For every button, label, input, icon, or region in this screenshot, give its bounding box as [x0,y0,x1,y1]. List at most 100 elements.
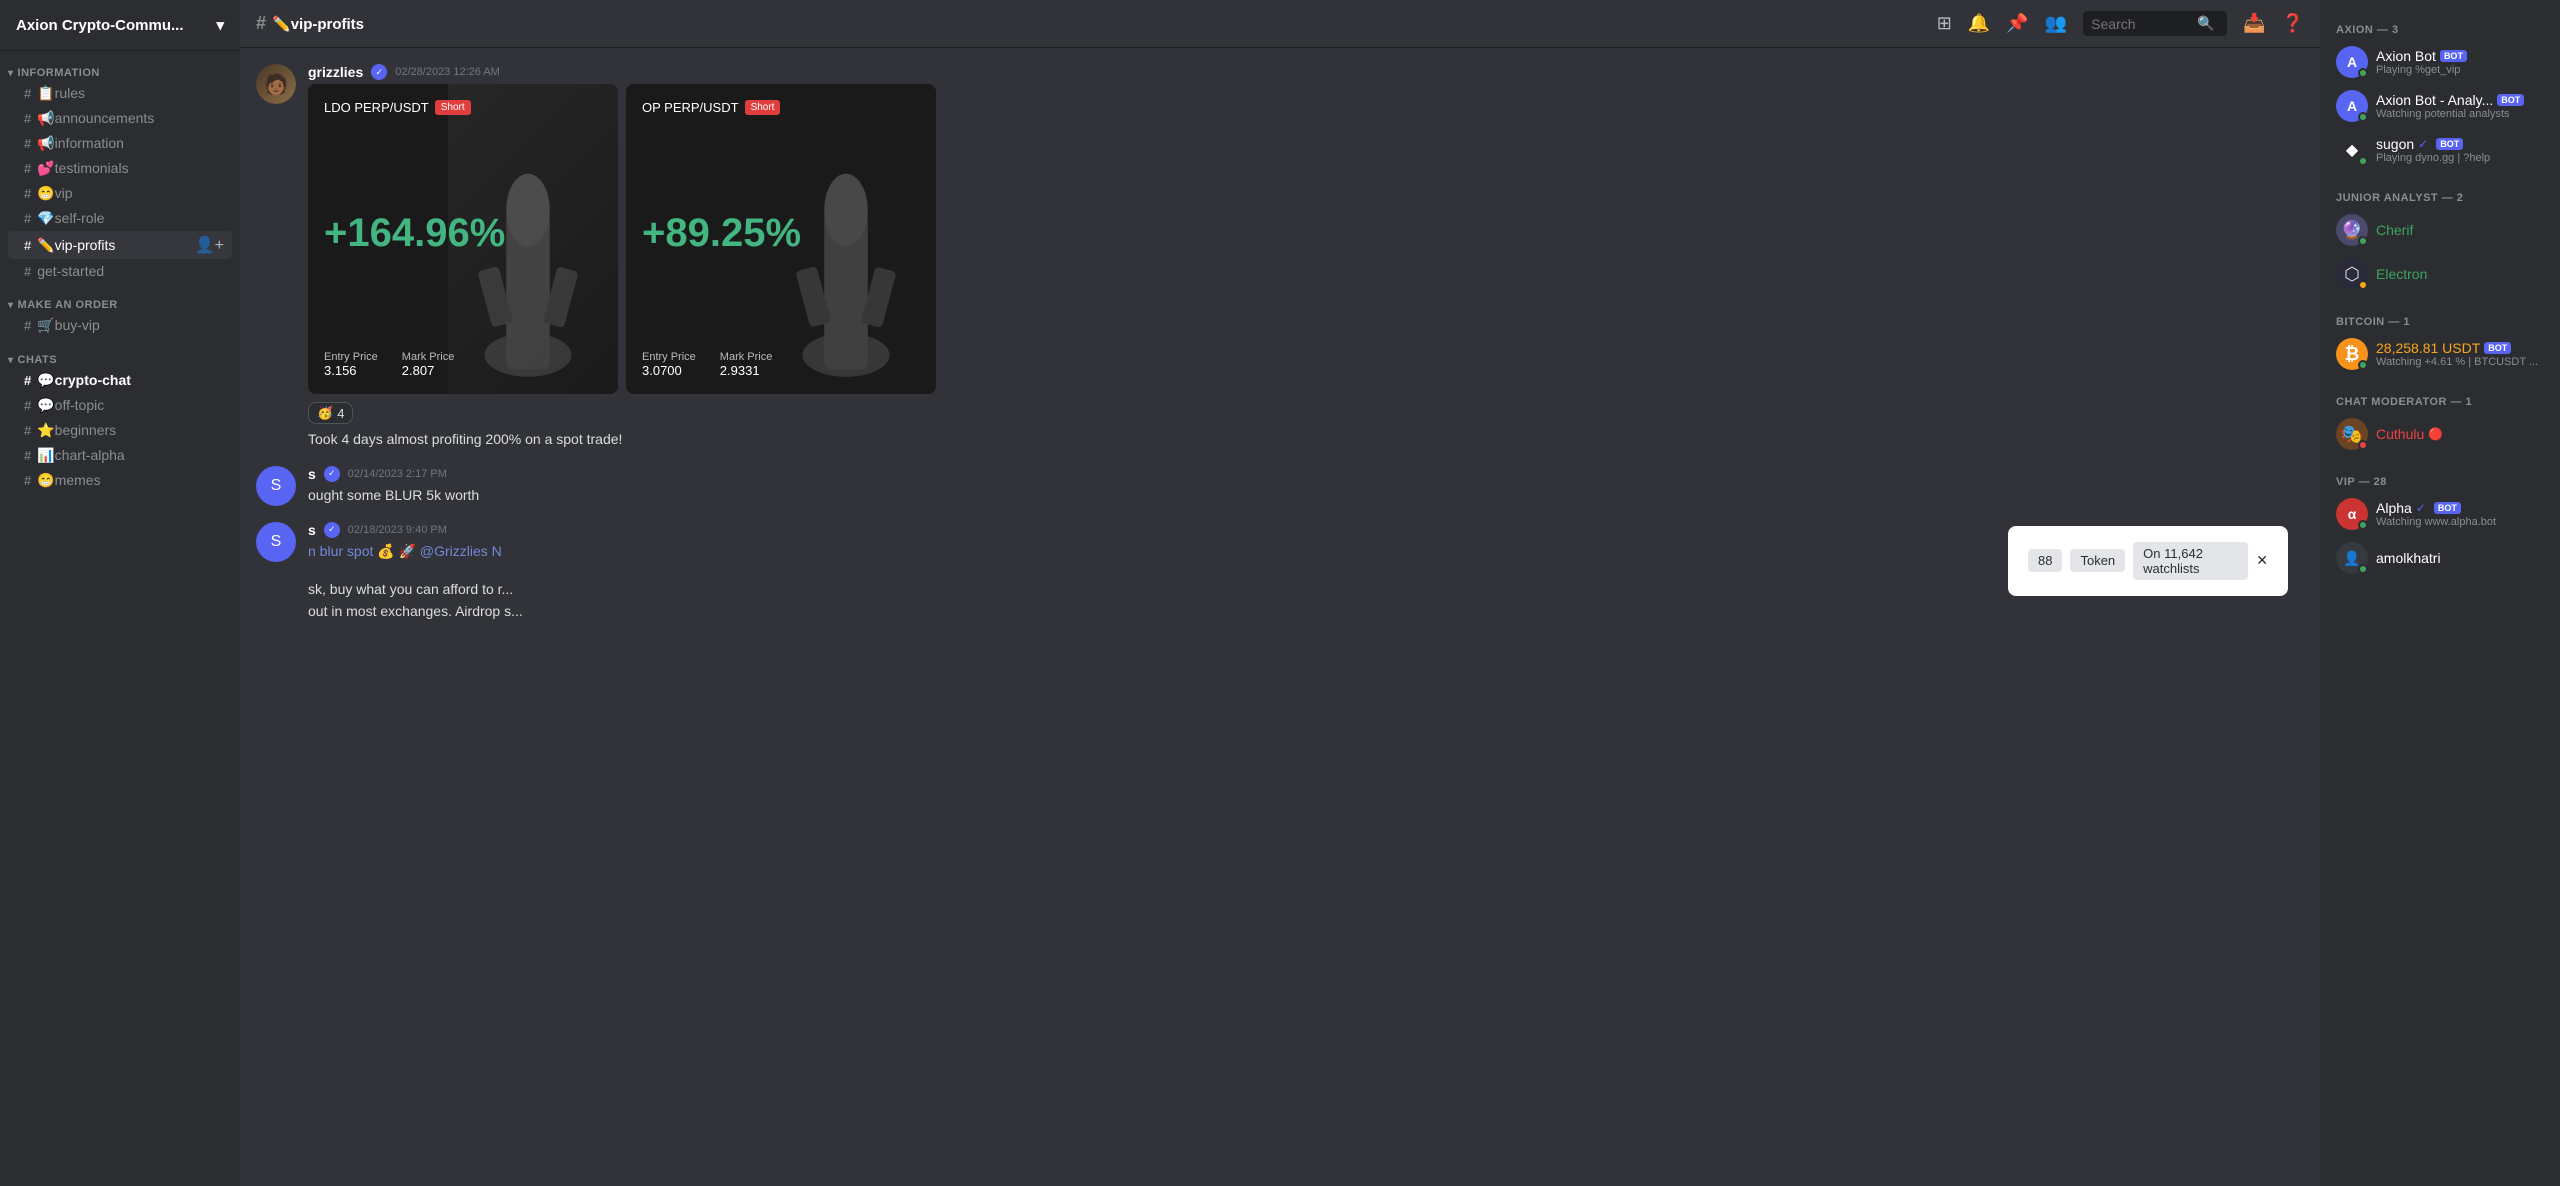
add-member-icon[interactable]: 👤+ [195,235,224,255]
channel-buy-vip[interactable]: # 🛒buy-vip [8,313,232,338]
channel-information[interactable]: # 📢information [8,131,232,156]
member-status-axion-bot: Playing %get_vip [2376,64,2544,76]
avatar-alpha: α [2336,498,2368,530]
member-axion-bot[interactable]: A Axion Bot BOT Playing %get_vip [2328,40,2552,84]
category-label: INFORMATION [18,67,100,79]
member-info-axion-bot-analy: Axion Bot - Analy... BOT Watching potent… [2376,92,2544,120]
channel-off-topic[interactable]: # 💬off-topic [8,393,232,418]
channel-rules[interactable]: # 📋rules [8,81,232,106]
entry-value-2: 3.0700 [642,363,696,378]
member-axion-bot-analy[interactable]: A Axion Bot - Analy... BOT Watching pote… [2328,84,2552,128]
member-status-bitcoin: Watching +4.61 % | BTCUSDT ... [2376,356,2544,368]
inbox-icon[interactable]: 📥 [2243,13,2265,34]
avatar-axion-bot: A [2336,46,2368,78]
member-electron[interactable]: ⬡ Electron [2328,252,2552,296]
check-badge-alpha: ✓ [2416,501,2426,515]
category-make-an-order[interactable]: ▾ MAKE AN ORDER [0,283,240,313]
channel-name: 😁memes [37,472,100,489]
verified-badge: ✓ [371,64,387,80]
hash-icon: # [24,161,31,176]
message-text-partial-2: n blur spot 💰 🚀 @Grizzlies N [308,542,2304,562]
status-dot-electron [2358,280,2368,290]
channel-name: ⭐beginners [37,422,116,439]
mark-value-2: 2.9331 [720,363,773,378]
channel-header: # ✏️vip-profits [256,13,364,34]
member-name-axion-bot-analy: Axion Bot - Analy... [2376,92,2493,108]
members-sidebar: AXION — 3 A Axion Bot BOT Playing %get_v… [2320,0,2560,1186]
avatar-partial-2: S [256,522,296,562]
channel-chart-alpha[interactable]: # 📊chart-alpha [8,443,232,468]
pin-icon[interactable]: 📌 [2006,13,2028,34]
category-chevron-icon: ▾ [8,68,14,79]
bot-badge: BOT [2440,50,2467,62]
status-dot-bitcoin [2358,360,2368,370]
entry-price-2: Entry Price 3.0700 [642,351,696,378]
trade-cards: LDO PERP/USDT Short +164.96% Entry Price… [308,84,2304,394]
channel-name: 😁vip [37,185,72,202]
member-amolkhatri[interactable]: 👤 amolkhatri [2328,536,2552,580]
mark-label-2: Mark Price [720,351,773,363]
trade-card-content-2: OP PERP/USDT Short +89.25% Entry Price 3… [626,84,936,394]
hash-icon: # [24,318,31,333]
popup-token-tag[interactable]: Token [2070,549,2125,572]
member-status-axion-bot-analy: Watching potential analysts [2376,108,2544,120]
channel-announcements[interactable]: # 📢announcements [8,106,232,131]
message-header-partial-1: s ✓ 02/14/2023 2:17 PM [308,466,2304,482]
section-axion: AXION — 3 [2328,16,2552,40]
channel-crypto-chat[interactable]: # 💬crypto-chat [8,368,232,393]
member-info-axion-bot: Axion Bot BOT Playing %get_vip [2376,48,2544,76]
trade-card-ldo: LDO PERP/USDT Short +164.96% Entry Price… [308,84,618,394]
category-chats[interactable]: ▾ CHATS [0,338,240,368]
section-bitcoin: BITCOIN — 1 [2328,308,2552,332]
avatar-axion-bot-analy: A [2336,90,2368,122]
channel-name: 💕testimonials [37,160,128,177]
mark-value: 2.807 [402,363,455,378]
member-status-sugon: Playing dyno.gg | ?help [2376,152,2544,164]
hash-icon: # [24,473,31,488]
member-cherif[interactable]: 🔮 Cherif [2328,208,2552,252]
member-info-amolkhatri: amolkhatri [2376,550,2544,566]
channel-vip-profits[interactable]: # ✏️vip-profits 👤+ [8,231,232,259]
channel-get-started[interactable]: # get-started [8,259,232,283]
category-information[interactable]: ▾ INFORMATION [0,51,240,81]
message-continuation: sk, buy what you can afford to r... out … [256,578,2304,623]
member-alpha[interactable]: α Alpha ✓ BOT Watching www.alpha.bot [2328,492,2552,536]
section-junior-analyst: JUNIOR ANALYST — 2 [2328,184,2552,208]
search-box[interactable]: 🔍 [2083,11,2227,36]
channel-name: 💎self-role [37,210,104,227]
popup-close-icon[interactable]: ✕ [2256,552,2268,569]
entry-label: Entry Price [324,351,378,363]
trade-pair-row-2: OP PERP/USDT Short [642,100,920,115]
member-bitcoin-bot[interactable]: ₿ 28,258.81 USDT BOT Watching +4.61 % | … [2328,332,2552,376]
popup-watchlist-count-tag[interactable]: 88 [2028,549,2062,572]
channel-self-role[interactable]: # 💎self-role [8,206,232,231]
channels-icon[interactable]: ⊞ [1937,13,1952,34]
status-dot-online [2358,68,2368,78]
channel-memes[interactable]: # 😁memes [8,468,232,493]
trade-card-content: LDO PERP/USDT Short +164.96% Entry Price… [308,84,618,394]
messages-area: 🧑🏾 grizzlies ✓ 02/28/2023 12:26 AM [240,48,2320,1186]
trade-pair: LDO PERP/USDT [324,100,429,115]
avatar-cuthulu: 🎭 [2336,418,2368,450]
channel-testimonials[interactable]: # 💕testimonials [8,156,232,181]
member-cuthulu[interactable]: 🎭 Cuthulu 🔴 [2328,412,2552,456]
username-partial-1: s [308,466,316,482]
channel-vip[interactable]: # 😁vip [8,181,232,206]
member-name-row: Axion Bot BOT [2376,48,2544,64]
help-icon[interactable]: ❓ [2282,13,2304,34]
trade-direction: Short [435,100,471,115]
message-content-partial-2: s ✓ 02/18/2023 9:40 PM n blur spot 💰 🚀 @… [308,522,2304,562]
bot-badge-3: BOT [2436,138,2463,150]
member-sugon[interactable]: ◆ sugon ✓ BOT Playing dyno.gg | ?help [2328,128,2552,172]
continuation-text-2: out in most exchanges. Airdrop s... [308,603,523,619]
popup-watchlist-tag[interactable]: On 11,642 watchlists [2133,542,2248,580]
members-icon[interactable]: 👥 [2045,13,2067,34]
bell-icon[interactable]: 🔔 [1968,13,1990,34]
status-dot-cuthulu [2358,440,2368,450]
server-header[interactable]: Axion Crypto-Commu... ▾ [0,0,240,51]
channel-beginners[interactable]: # ⭐beginners [8,418,232,443]
member-name-amolkhatri: amolkhatri [2376,550,2441,566]
trade-prices: Entry Price 3.156 Mark Price 2.807 [324,351,602,378]
search-input[interactable] [2091,16,2191,32]
reaction-button[interactable]: 🥳 4 [308,402,353,424]
